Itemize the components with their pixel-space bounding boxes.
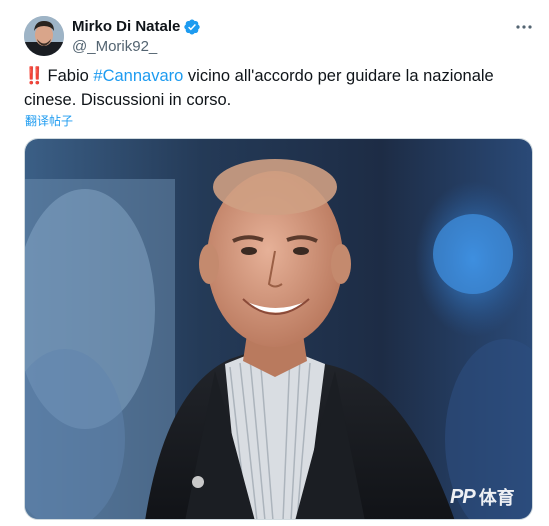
translate-post-link[interactable]: 翻译帖子	[25, 113, 73, 129]
tweet-card[interactable]: Mirko Di Natale @_Morik92_ ‼️ Fabio #Cann…	[0, 0, 549, 526]
tweet-text-start: Fabio	[47, 67, 94, 85]
avatar[interactable]	[24, 16, 64, 56]
hashtag-link[interactable]: #Cannavaro	[93, 67, 183, 85]
verified-badge-icon	[183, 18, 201, 36]
watermark-text: 体育	[478, 488, 515, 508]
watermark: PP 体育	[450, 484, 515, 510]
tweet-media-photo[interactable]	[24, 138, 533, 520]
tweet-text: ‼️ Fabio #Cannavaro vicino all'accordo pe…	[24, 64, 534, 112]
more-horizontal-icon	[516, 25, 532, 29]
author-name-row[interactable]: Mirko Di Natale	[72, 17, 201, 37]
author-handle[interactable]: @_Morik92_	[72, 37, 157, 57]
author-display-name[interactable]: Mirko Di Natale	[72, 17, 180, 37]
watermark-logo: PP	[450, 485, 476, 508]
double-exclamation-emoji: ‼️	[24, 67, 45, 85]
more-options-button[interactable]	[513, 16, 535, 38]
